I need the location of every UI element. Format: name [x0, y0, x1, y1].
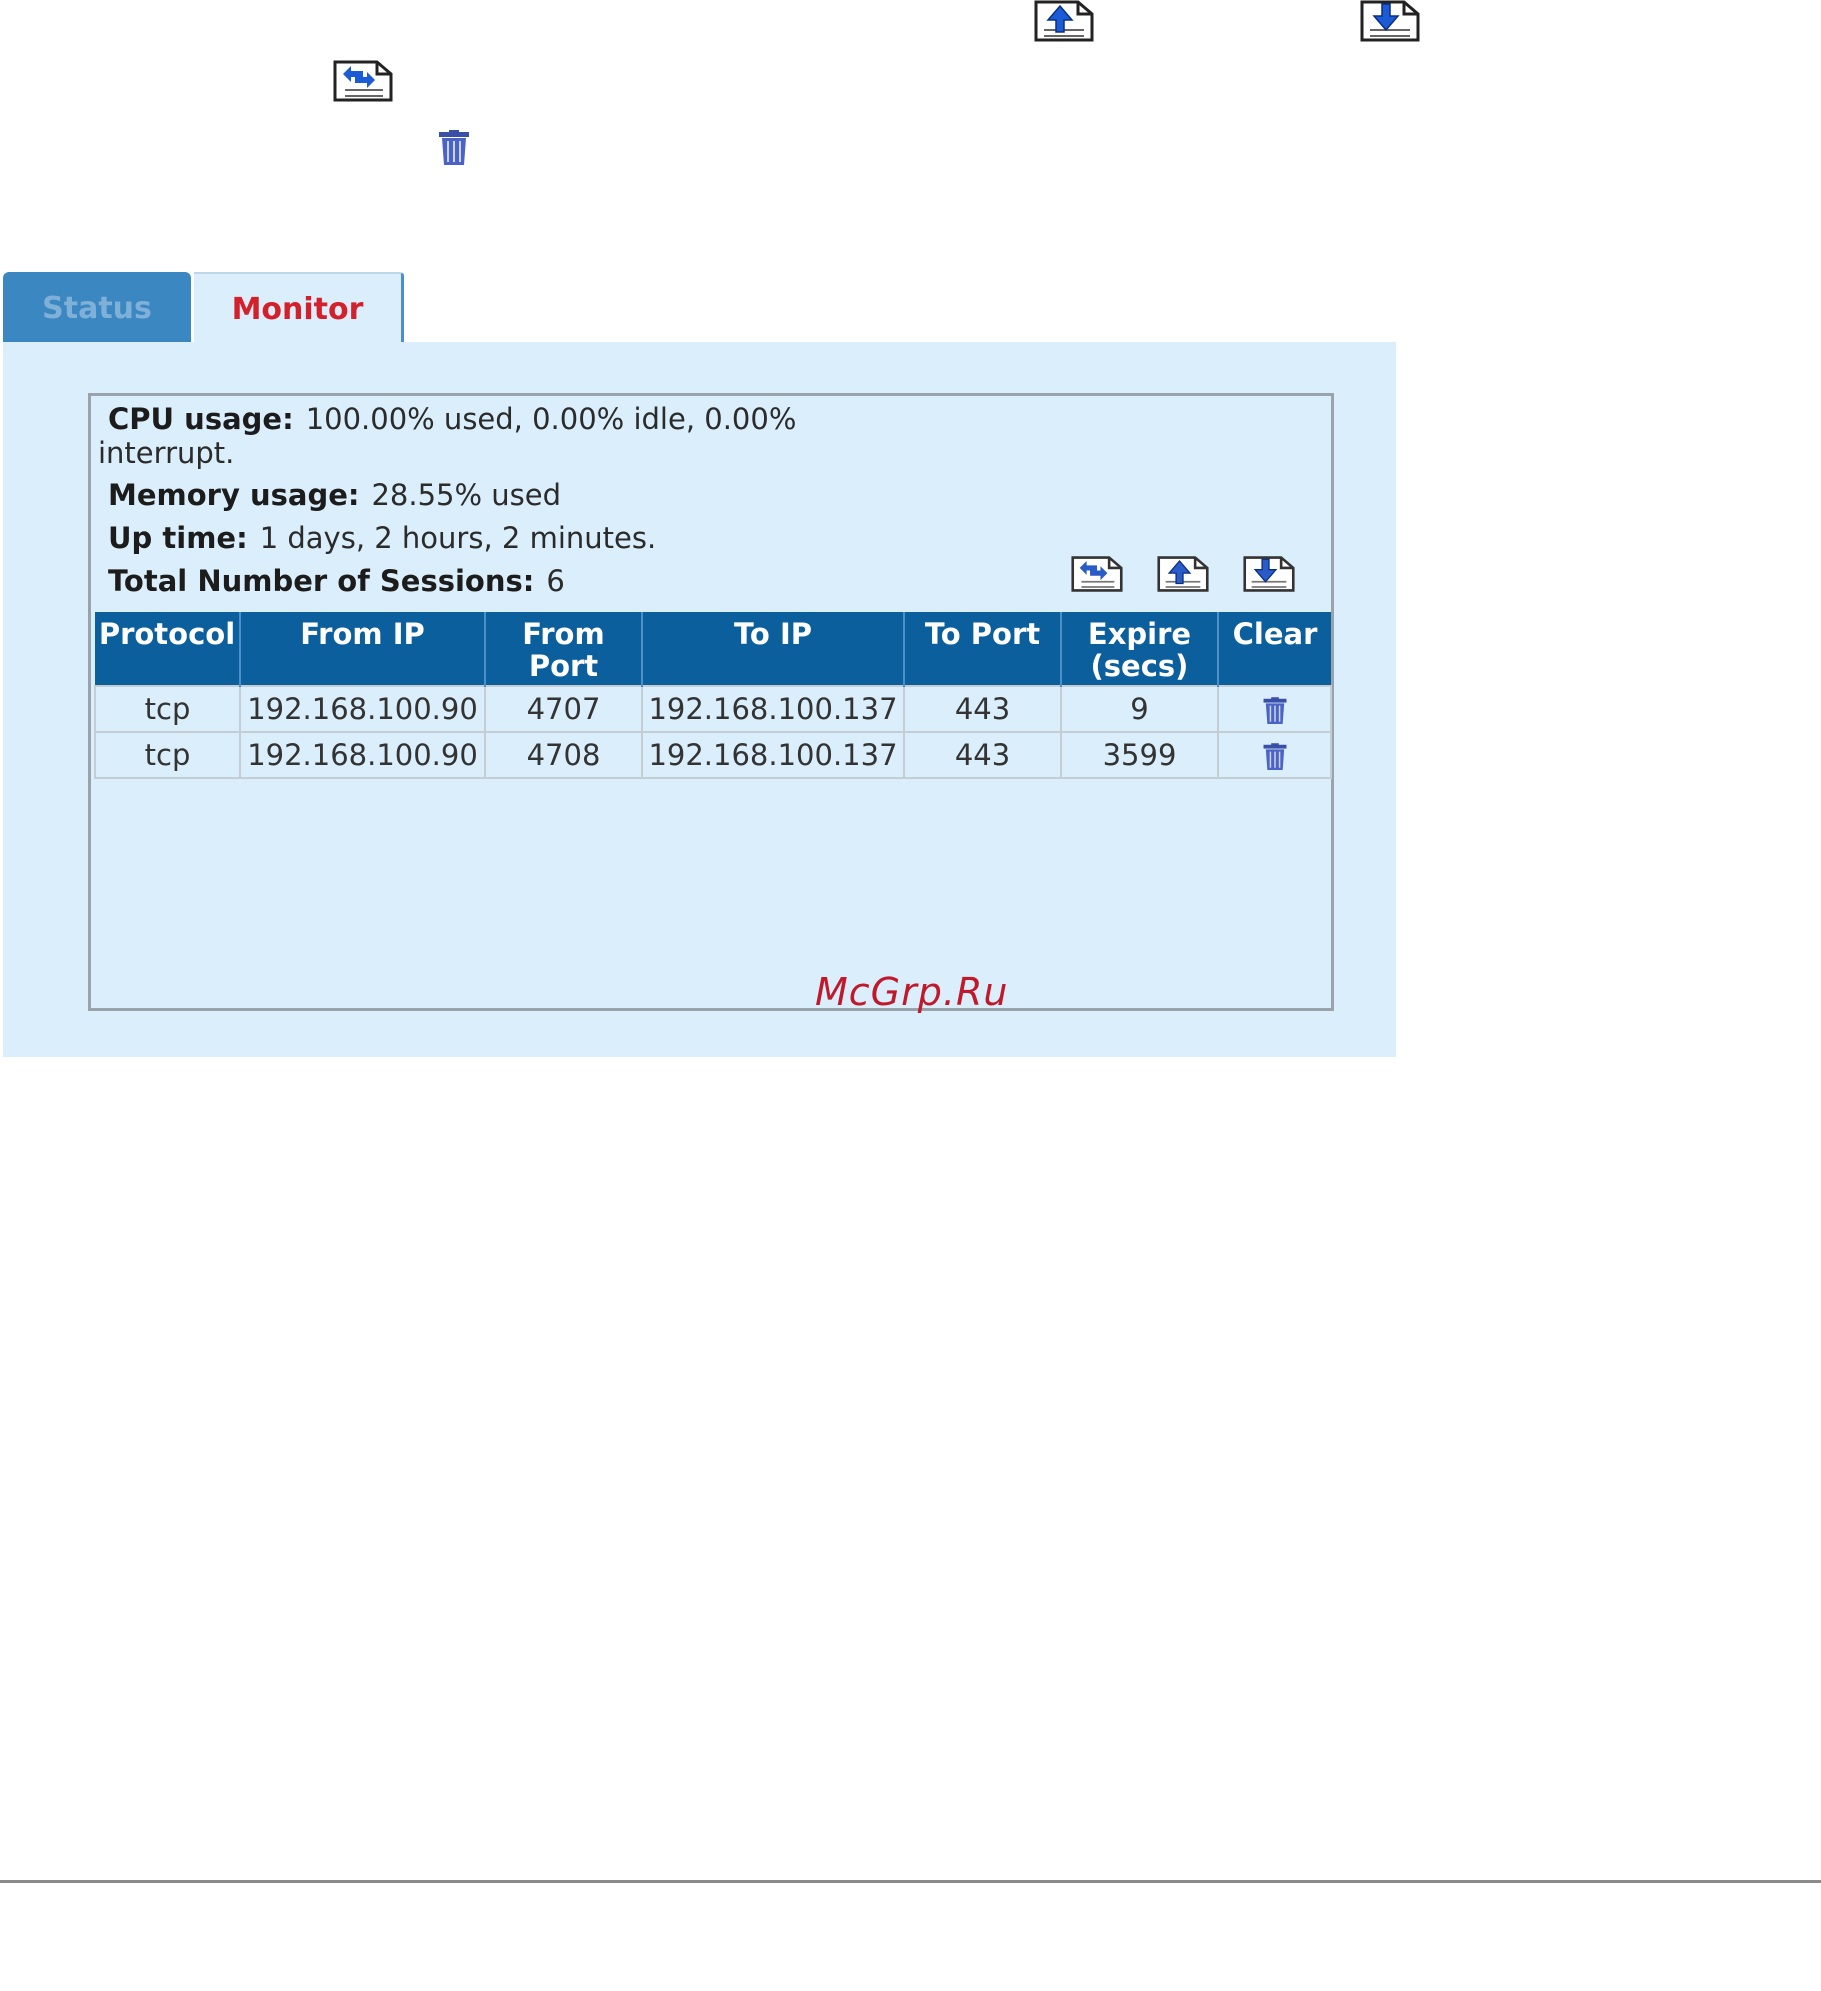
cell-to-port: 443	[903, 685, 1062, 733]
memory-usage: Memory usage: 28.55% used	[108, 478, 561, 512]
cell-clear	[1217, 685, 1332, 733]
cell-expire: 3599	[1060, 731, 1219, 779]
total-sessions-value: 6	[546, 564, 565, 598]
cpu-usage-continued: interrupt.	[98, 436, 235, 470]
cell-from-port: 4707	[484, 685, 643, 733]
col-header-protocol: Protocol	[95, 612, 241, 686]
trash-icon	[1263, 743, 1286, 770]
cell-to-port: 443	[903, 731, 1062, 779]
tab-monitor[interactable]: Monitor	[194, 272, 404, 344]
page-up-icon	[1157, 556, 1209, 592]
col-header-to-port: To Port	[904, 612, 1062, 686]
cell-from-ip: 192.168.100.90	[239, 731, 486, 779]
col-header-to-ip: To IP	[642, 612, 905, 686]
refresh-icon	[333, 60, 393, 102]
trash-icon	[1263, 697, 1286, 724]
col-header-from-port: From Port	[485, 612, 643, 686]
cell-protocol: tcp	[94, 731, 241, 779]
uptime: Up time: 1 days, 2 hours, 2 minutes.	[108, 521, 656, 555]
cell-to-ip: 192.168.100.137	[641, 731, 905, 779]
cell-from-port: 4708	[484, 731, 643, 779]
col-header-clear: Clear	[1218, 612, 1331, 686]
cell-protocol: tcp	[94, 685, 241, 733]
memory-usage-value: 28.55% used	[371, 478, 562, 512]
trash-icon	[437, 130, 471, 166]
page-down-icon	[1360, 0, 1420, 42]
cpu-usage-label: CPU usage:	[108, 402, 294, 436]
cpu-usage-value: 100.00% used, 0.00% idle, 0.00%	[305, 402, 797, 436]
col-header-from-ip: From IP	[240, 612, 486, 686]
page-down-button[interactable]	[1243, 555, 1295, 593]
total-sessions: Total Number of Sessions: 6	[108, 564, 565, 598]
uptime-value: 1 days, 2 hours, 2 minutes.	[259, 521, 657, 555]
cell-to-ip: 192.168.100.137	[641, 685, 905, 733]
clear-session-button[interactable]	[1262, 742, 1288, 772]
col-header-expire: Expire (secs)	[1061, 612, 1219, 686]
watermark: McGrp.Ru	[815, 970, 1009, 1014]
table-header-row: Protocol From IP From Port To IP To Port…	[95, 612, 1331, 686]
cell-from-ip: 192.168.100.90	[239, 685, 486, 733]
page-divider	[0, 1880, 1821, 1883]
page-up-icon	[1034, 0, 1094, 42]
page-down-icon	[1243, 556, 1295, 592]
page-up-button[interactable]	[1157, 555, 1209, 593]
refresh-icon	[1071, 556, 1123, 592]
table-row: tcp 192.168.100.90 4707 192.168.100.137 …	[94, 685, 1332, 733]
uptime-label: Up time:	[108, 521, 248, 555]
memory-usage-label: Memory usage:	[108, 478, 360, 512]
tab-status[interactable]: Status	[3, 272, 191, 344]
cell-expire: 9	[1060, 685, 1219, 733]
total-sessions-label: Total Number of Sessions:	[108, 564, 535, 598]
clear-session-button[interactable]	[1262, 696, 1288, 726]
sessions-table: Protocol From IP From Port To IP To Port…	[94, 612, 1332, 779]
table-row: tcp 192.168.100.90 4708 192.168.100.137 …	[94, 731, 1332, 779]
cpu-usage: CPU usage: 100.00% used, 0.00% idle, 0.00…	[108, 402, 796, 436]
refresh-button[interactable]	[1071, 555, 1123, 593]
cell-clear	[1217, 731, 1332, 779]
